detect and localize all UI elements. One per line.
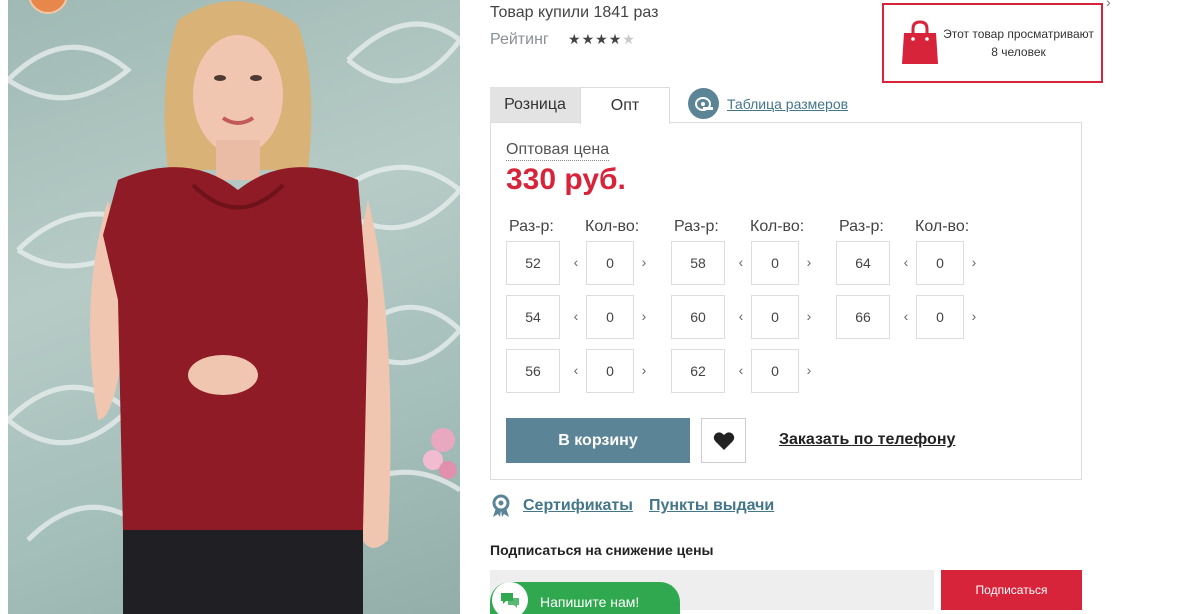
- size-chart-label[interactable]: Таблица размеров: [727, 96, 848, 112]
- size-cell: 58: [671, 241, 725, 285]
- decrease-arrow-icon[interactable]: ‹: [736, 254, 746, 270]
- shopping-bag-icon: [902, 20, 938, 64]
- subscribe-title: Подписаться на снижение цены: [490, 542, 714, 558]
- size-cell: 56: [506, 349, 560, 393]
- increase-arrow-icon[interactable]: ›: [639, 308, 649, 324]
- order-by-phone-link[interactable]: Заказать по телефону: [779, 431, 955, 449]
- viewers-notice: Этот товар просматривают 8 человек: [882, 3, 1103, 83]
- decrease-arrow-icon[interactable]: ‹: [736, 362, 746, 378]
- viewers-text: Этот товар просматривают 8 человек: [943, 27, 1094, 59]
- increase-arrow-icon[interactable]: ›: [804, 308, 814, 324]
- increase-arrow-icon[interactable]: ›: [969, 308, 979, 324]
- decrease-arrow-icon[interactable]: ‹: [571, 254, 581, 270]
- qty-header: Кол-во:: [750, 218, 805, 235]
- qty-header: Кол-во:: [915, 218, 970, 235]
- quantity-input[interactable]: 0: [586, 241, 634, 285]
- chat-bubble-icon: [492, 582, 528, 614]
- size-cell: 66: [836, 295, 890, 339]
- size-header: Раз-р:: [674, 218, 719, 235]
- star-icon: ★: [608, 31, 623, 47]
- quantity-input[interactable]: 0: [916, 295, 964, 339]
- qty-header: Кол-во:: [585, 218, 640, 235]
- increase-arrow-icon[interactable]: ›: [969, 254, 979, 270]
- star-icon: ★: [595, 31, 609, 47]
- increase-arrow-icon[interactable]: ›: [639, 362, 649, 378]
- certificates-link[interactable]: Сертификаты: [523, 497, 633, 515]
- add-to-cart-button[interactable]: В корзину: [506, 418, 690, 463]
- tab-wholesale[interactable]: Опт: [580, 87, 670, 124]
- increase-arrow-icon[interactable]: ›: [804, 254, 814, 270]
- size-cell: 62: [671, 349, 725, 393]
- measuring-tape-icon: [688, 88, 719, 119]
- size-cell: 64: [836, 241, 890, 285]
- quantity-input[interactable]: 0: [751, 295, 799, 339]
- info-links: Сертификаты Пункты выдачи: [490, 494, 790, 518]
- certificate-icon: [492, 494, 510, 517]
- increase-arrow-icon[interactable]: ›: [639, 254, 649, 270]
- rating-label: Рейтинг: [490, 31, 549, 48]
- star-icon: ★: [581, 31, 596, 47]
- product-page: › Товар купили 1841 раз Рейтинг ★★★★★ Эт…: [0, 0, 1184, 614]
- size-header: Раз-р:: [839, 218, 884, 235]
- quantity-input[interactable]: 0: [586, 349, 634, 393]
- size-header: Раз-р:: [509, 218, 554, 235]
- tab-retail[interactable]: Розница: [490, 87, 580, 123]
- quantity-input[interactable]: 0: [916, 241, 964, 285]
- increase-arrow-icon[interactable]: ›: [804, 362, 814, 378]
- rating-stars: ★★★★★: [568, 31, 636, 48]
- model-illustration: [8, 1, 460, 614]
- price-label: Оптовая цена: [506, 141, 610, 161]
- chat-widget[interactable]: Напишите нам!: [490, 582, 680, 614]
- corner-mark: ›: [1106, 0, 1111, 10]
- size-cell: 54: [506, 295, 560, 339]
- size-cell: 60: [671, 295, 725, 339]
- chat-label: Напишите нам!: [540, 594, 640, 610]
- decrease-arrow-icon[interactable]: ‹: [901, 308, 911, 324]
- decrease-arrow-icon[interactable]: ‹: [571, 362, 581, 378]
- quantity-input[interactable]: 0: [586, 295, 634, 339]
- price-value: 330 руб.: [506, 163, 626, 196]
- favorite-button[interactable]: [701, 418, 746, 463]
- decrease-arrow-icon[interactable]: ‹: [736, 308, 746, 324]
- decrease-arrow-icon[interactable]: ‹: [571, 308, 581, 324]
- star-empty-icon: ★: [622, 31, 636, 47]
- product-photo[interactable]: [8, 0, 460, 614]
- size-cell: 52: [506, 241, 560, 285]
- bought-count-text: Товар купили 1841 раз: [490, 4, 659, 21]
- subscribe-button[interactable]: Подписаться: [941, 570, 1082, 610]
- quantity-input[interactable]: 0: [751, 241, 799, 285]
- pickup-points-link[interactable]: Пункты выдачи: [649, 497, 774, 515]
- decrease-arrow-icon[interactable]: ‹: [901, 254, 911, 270]
- heart-icon: [713, 431, 734, 450]
- size-chart-link[interactable]: Таблица размеров: [688, 88, 848, 119]
- quantity-input[interactable]: 0: [751, 349, 799, 393]
- star-icon: ★: [568, 31, 582, 47]
